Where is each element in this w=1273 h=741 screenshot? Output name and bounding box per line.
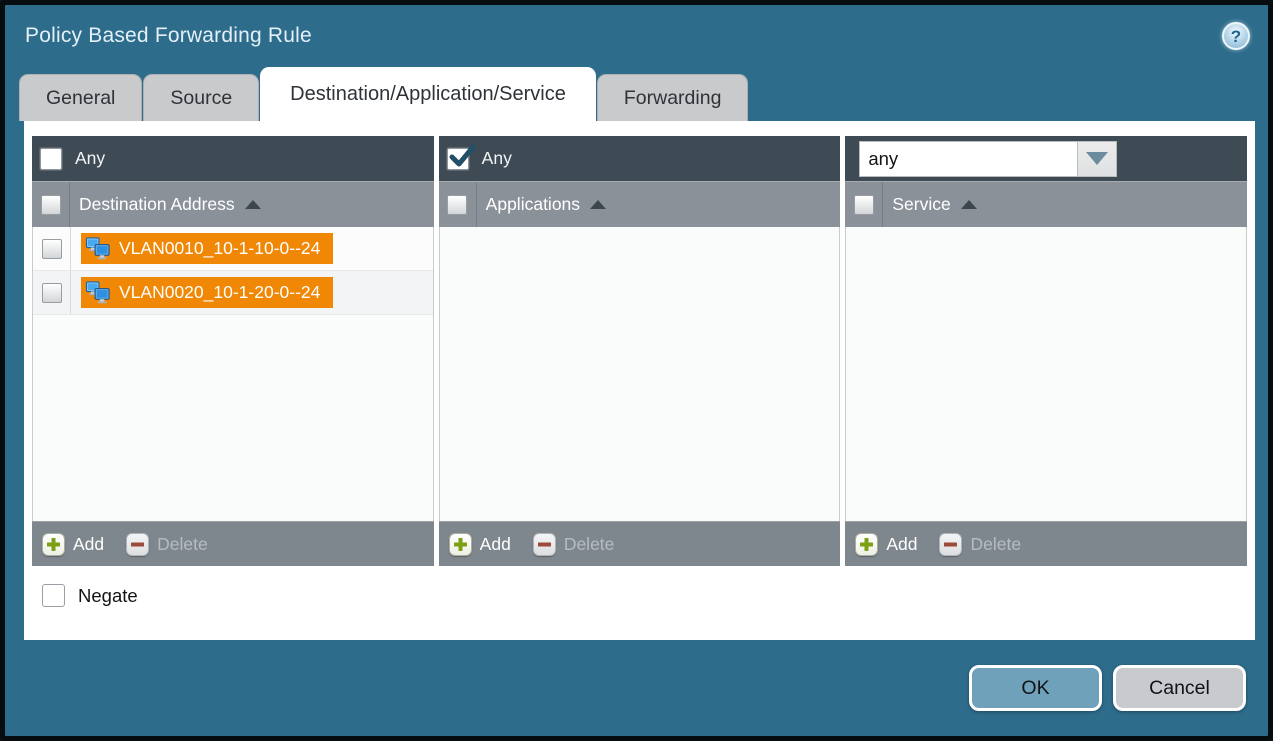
add-plus-icon: [42, 533, 65, 556]
applications-footer-bar: Add Delete: [439, 521, 841, 566]
columns-container: Any Destination Address: [32, 136, 1247, 566]
cancel-button[interactable]: Cancel: [1113, 665, 1246, 711]
sort-ascending-icon: [961, 200, 977, 209]
service-dropdown-bar: [845, 136, 1247, 181]
title-bar: Policy Based Forwarding Rule ?: [5, 5, 1268, 67]
service-column: Service Add: [845, 136, 1247, 566]
delete-minus-icon: [126, 533, 149, 556]
service-header: Service: [845, 181, 1247, 227]
service-dropdown[interactable]: [859, 141, 1117, 177]
sort-ascending-icon: [590, 200, 606, 209]
tab-source[interactable]: Source: [143, 74, 259, 121]
tab-general[interactable]: General: [19, 74, 142, 121]
add-button[interactable]: Add: [855, 533, 917, 556]
add-button[interactable]: Add: [42, 533, 104, 556]
destination-any-label: Any: [75, 148, 105, 169]
applications-column: Any Applications Add: [439, 136, 841, 566]
applications-select-all-checkbox[interactable]: [447, 195, 467, 215]
tab-destination-application-service[interactable]: Destination/Application/Service: [260, 67, 596, 121]
delete-minus-icon: [533, 533, 556, 556]
applications-list: [439, 227, 841, 521]
negate-label: Negate: [78, 585, 138, 607]
ok-button[interactable]: OK: [969, 665, 1102, 711]
delete-button[interactable]: Delete: [126, 533, 208, 556]
applications-any-bar: Any: [439, 136, 841, 181]
address-group-icon: [85, 281, 111, 304]
table-row: VLAN0010_10-1-10-0--24: [33, 227, 433, 271]
destination-address-entry[interactable]: VLAN0010_10-1-10-0--24: [81, 233, 333, 264]
service-list: [845, 227, 1247, 521]
applications-header: Applications: [439, 181, 841, 227]
row-checkbox[interactable]: [42, 239, 62, 259]
destination-address-column: Any Destination Address: [32, 136, 434, 566]
service-select-all-checkbox[interactable]: [854, 195, 874, 215]
applications-header-label[interactable]: Applications: [477, 182, 606, 227]
help-icon[interactable]: ?: [1222, 22, 1250, 50]
service-dropdown-value[interactable]: [859, 141, 1077, 177]
add-button[interactable]: Add: [449, 533, 511, 556]
destination-footer-bar: Add Delete: [32, 521, 434, 566]
service-footer-bar: Add Delete: [845, 521, 1247, 566]
delete-button[interactable]: Delete: [533, 533, 615, 556]
applications-any-checkbox[interactable]: [447, 148, 469, 170]
dialog-title: Policy Based Forwarding Rule: [25, 24, 312, 48]
sort-ascending-icon: [245, 200, 261, 209]
destination-address-list: VLAN0010_10-1-10-0--24: [32, 227, 434, 521]
destination-address-header-label[interactable]: Destination Address: [70, 182, 261, 227]
add-plus-icon: [449, 533, 472, 556]
delete-minus-icon: [939, 533, 962, 556]
destination-address-label: VLAN0020_10-1-20-0--24: [119, 282, 320, 303]
tab-bar: General Source Destination/Application/S…: [5, 67, 1268, 121]
add-plus-icon: [855, 533, 878, 556]
destination-address-entry[interactable]: VLAN0020_10-1-20-0--24: [81, 277, 333, 308]
negate-checkbox[interactable]: [42, 584, 65, 607]
tab-content-panel: Any Destination Address: [24, 121, 1255, 640]
destination-address-label: VLAN0010_10-1-10-0--24: [119, 238, 320, 259]
address-group-icon: [85, 237, 111, 260]
destination-any-bar: Any: [32, 136, 434, 181]
table-row: VLAN0020_10-1-20-0--24: [33, 271, 433, 315]
destination-select-all-checkbox[interactable]: [41, 195, 61, 215]
applications-any-label: Any: [482, 148, 512, 169]
negate-row: Negate: [42, 584, 1247, 607]
delete-button[interactable]: Delete: [939, 533, 1021, 556]
tab-forwarding[interactable]: Forwarding: [597, 74, 749, 121]
dialog-actions: OK Cancel: [5, 640, 1268, 736]
service-dropdown-button[interactable]: [1077, 141, 1117, 177]
row-checkbox[interactable]: [42, 283, 62, 303]
service-header-label[interactable]: Service: [883, 182, 976, 227]
chevron-down-icon: [1086, 152, 1108, 165]
destination-address-header: Destination Address: [32, 181, 434, 227]
policy-based-forwarding-dialog: Policy Based Forwarding Rule ? General S…: [0, 0, 1273, 741]
check-icon: [449, 143, 476, 169]
destination-any-checkbox[interactable]: [40, 148, 62, 170]
